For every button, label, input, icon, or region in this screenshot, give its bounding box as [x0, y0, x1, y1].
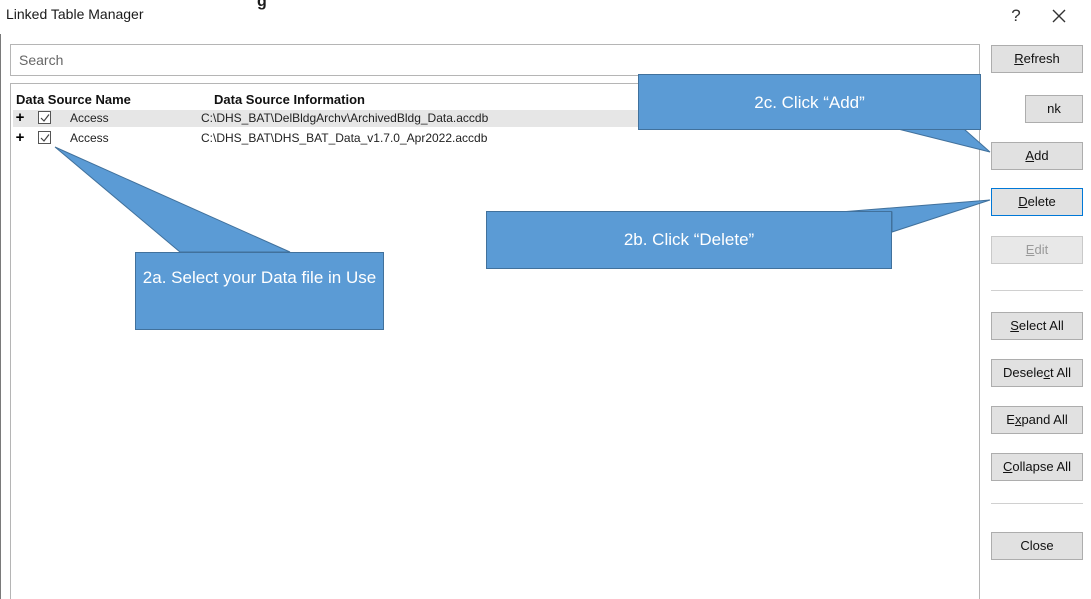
select-all-access-key: S [1010, 318, 1019, 333]
row-checkbox[interactable] [38, 111, 51, 124]
delete-access-key: D [1018, 194, 1028, 209]
collapse-all-access-key: C [1003, 459, 1013, 474]
expand-all-label-prefix: E [1006, 412, 1015, 427]
checkmark-icon [40, 134, 50, 142]
add-label-rest: dd [1034, 148, 1049, 163]
expand-all-button[interactable]: Expand All [991, 406, 1083, 434]
table-row[interactable]: + Access C:\DHS_BAT\DHS_BAT_Data_v1.7.0_… [13, 129, 977, 147]
window-left-border [0, 34, 1, 599]
help-button[interactable]: ? [1006, 6, 1026, 26]
checkmark-icon [40, 114, 50, 122]
linked-table-list: Data Source Name Data Source Information… [10, 83, 980, 599]
relink-label-rest: nk [1047, 101, 1061, 116]
expand-icon[interactable]: + [15, 109, 25, 126]
close-label-rest: Close [1020, 538, 1054, 553]
delete-button[interactable]: Delete [991, 188, 1083, 216]
refresh-button[interactable]: Refresh [991, 45, 1083, 73]
search-input[interactable] [11, 45, 979, 75]
callout-click-delete: 2b. Click “Delete” [486, 211, 892, 269]
data-source-name: Access [70, 111, 109, 125]
expand-icon[interactable]: + [15, 129, 25, 146]
collapse-all-button[interactable]: Collapse All [991, 453, 1083, 481]
callout-click-add: 2c. Click “Add” [638, 74, 981, 130]
data-source-information: C:\DHS_BAT\DelBldgArchv\ArchivedBldg_Dat… [201, 111, 489, 125]
deselect-all-button[interactable]: Deselect All [991, 359, 1083, 387]
add-button[interactable]: Add [991, 142, 1083, 170]
data-source-name: Access [70, 131, 109, 145]
close-icon [1052, 9, 1066, 23]
edit-button[interactable]: Edit [991, 236, 1083, 264]
search-box [10, 44, 980, 76]
data-source-information: C:\DHS_BAT\DHS_BAT_Data_v1.7.0_Apr2022.a… [201, 131, 488, 145]
close-button[interactable]: Close [991, 532, 1083, 560]
deselect-all-label-prefix: Desele [1003, 365, 1044, 380]
refresh-label-rest: efresh [1023, 51, 1060, 66]
refresh-access-key: R [1014, 51, 1024, 66]
callout-select-data-file: 2a. Select your Data file in Use [135, 252, 384, 330]
relink-button[interactable]: nk [1025, 95, 1083, 123]
add-access-key: A [1025, 148, 1035, 163]
window-title: Linked Table Manager [6, 6, 144, 22]
select-all-button[interactable]: Select All [991, 312, 1083, 340]
select-all-label-rest: elect All [1018, 318, 1064, 333]
cropped-heading-text: g [257, 0, 267, 10]
button-separator [991, 503, 1083, 504]
close-window-button[interactable] [1046, 5, 1072, 27]
column-header-data-source-name[interactable]: Data Source Name [16, 92, 131, 107]
column-header-data-source-information[interactable]: Data Source Information [214, 92, 365, 107]
deselect-all-label-rest: t All [1050, 365, 1071, 380]
row-checkbox[interactable] [38, 131, 51, 144]
expand-all-label-rest: pand All [1021, 412, 1068, 427]
delete-label-rest: elete [1027, 194, 1056, 209]
button-separator [991, 290, 1083, 291]
title-bar: Linked Table Manager g ? [0, 0, 1091, 34]
collapse-all-label-rest: ollapse All [1012, 459, 1071, 474]
edit-label-rest: dit [1034, 242, 1049, 257]
